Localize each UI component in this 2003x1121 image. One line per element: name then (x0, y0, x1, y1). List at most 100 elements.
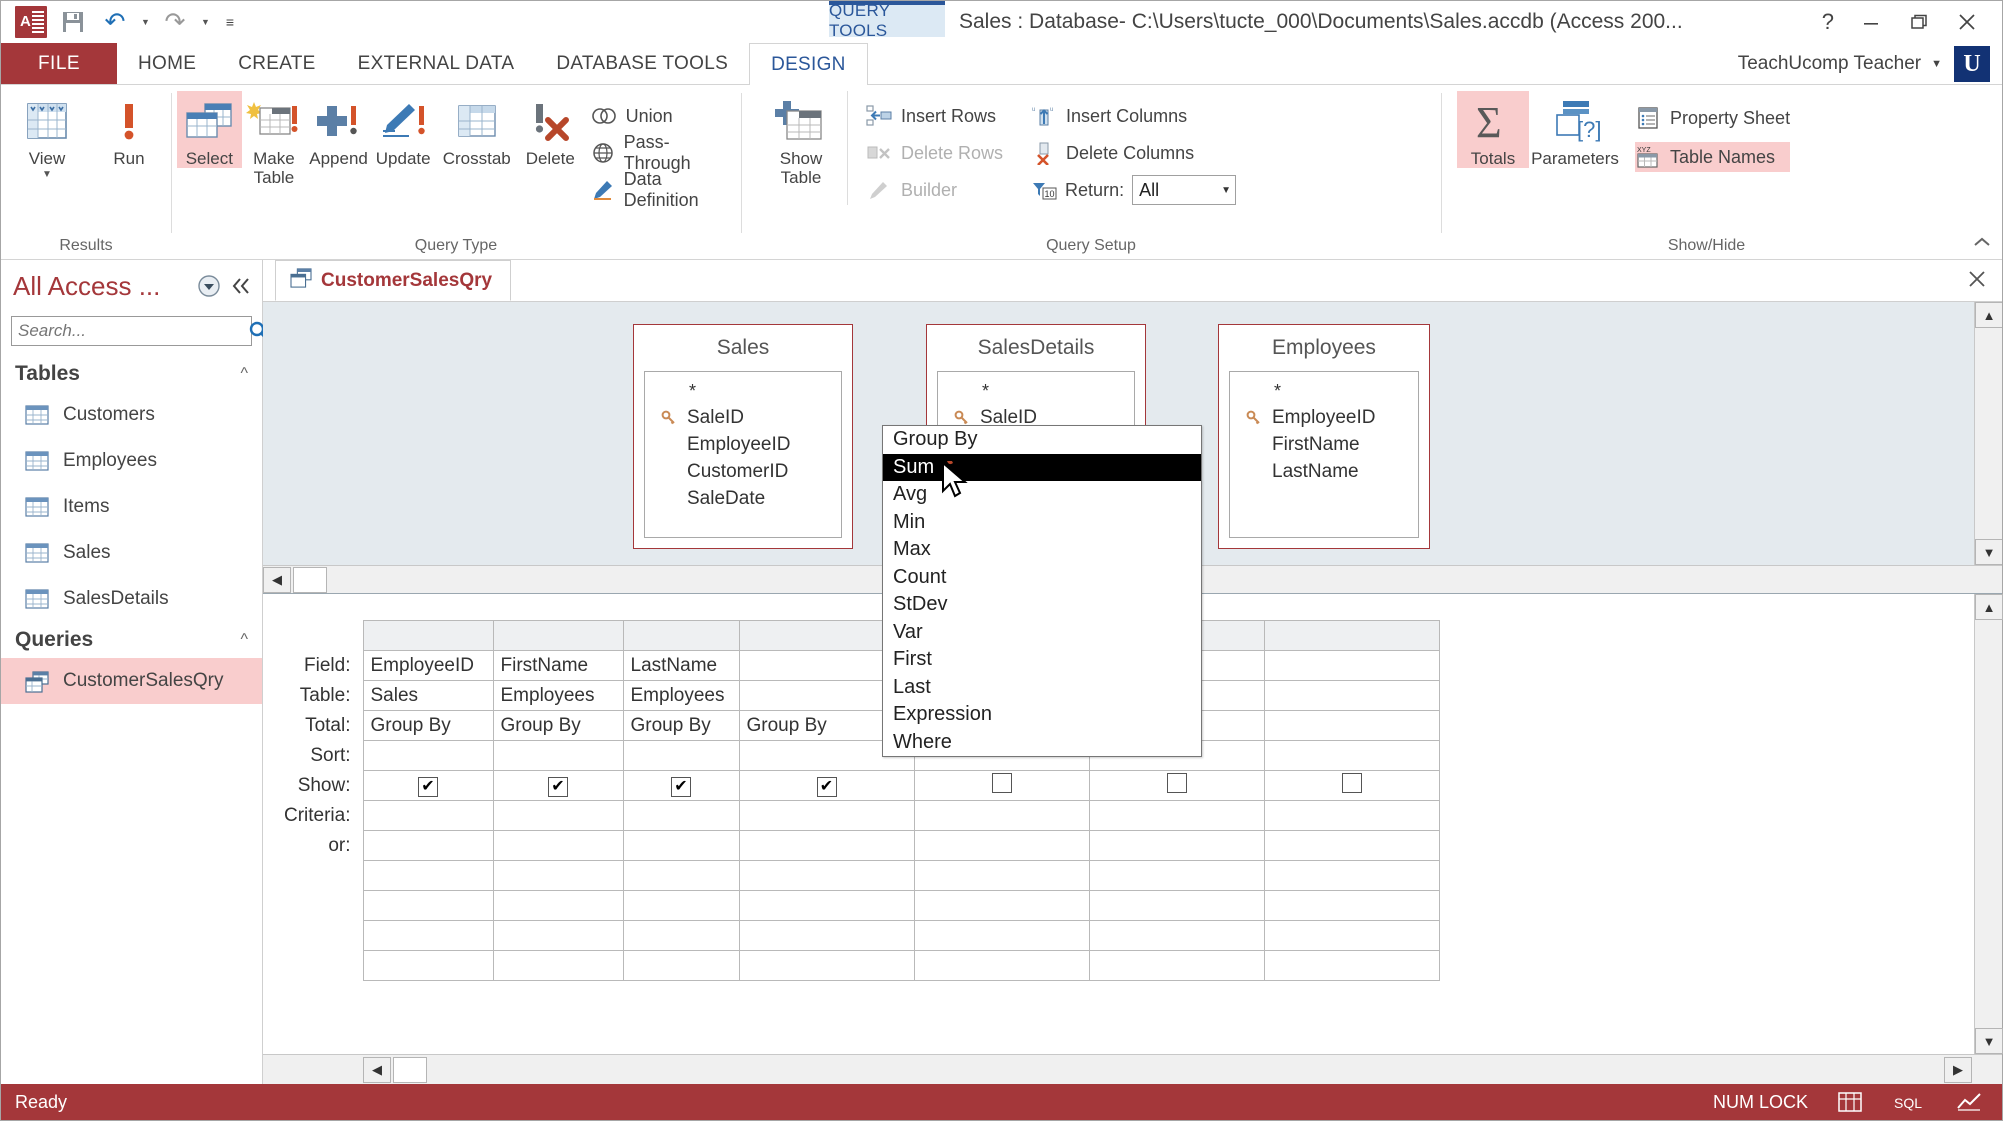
cell-blank[interactable] (492, 860, 624, 891)
dropdown-item-var[interactable]: Var (883, 619, 1201, 647)
cell-field-2[interactable]: FirstName (492, 650, 624, 681)
pass-through-button[interactable]: Pass-Through (591, 132, 727, 173)
tab-create[interactable]: CREATE (217, 43, 336, 84)
scroll-thumb[interactable] (393, 1056, 427, 1083)
user-account-area[interactable]: TeachUcomp Teacher ▼ U (1738, 43, 1992, 85)
field-row-employeeid[interactable]: EmployeeID (1230, 404, 1418, 431)
crosstab-query-button[interactable]: Crosstab (436, 91, 518, 168)
update-query-button[interactable]: Update (371, 91, 436, 168)
cell-blank[interactable] (913, 950, 1090, 981)
data-definition-button[interactable]: Data Definition (591, 169, 727, 210)
sidebar-item-customersalesqry[interactable]: CustomerSalesQry (1, 658, 262, 704)
cell-blank[interactable] (622, 950, 740, 981)
cell-or-7[interactable] (1263, 830, 1440, 861)
delete-columns-button[interactable]: Delete Columns (1031, 138, 1236, 168)
save-button[interactable] (53, 5, 93, 39)
delete-query-button[interactable]: Delete (518, 91, 583, 168)
dropdown-item-count[interactable]: Count (883, 564, 1201, 592)
cell-or-5[interactable] (913, 830, 1090, 861)
dropdown-item-stdev[interactable]: StDev (883, 591, 1201, 619)
cell-table-2[interactable]: Employees (492, 680, 624, 711)
dropdown-item-avg[interactable]: Avg (883, 481, 1201, 509)
tab-database-tools[interactable]: DATABASE TOOLS (535, 43, 749, 84)
append-query-button[interactable]: Append (306, 91, 371, 168)
field-row-saleid[interactable]: SaleID (645, 404, 841, 431)
cell-show-7[interactable] (1263, 770, 1440, 801)
property-sheet-button[interactable]: Property Sheet (1635, 103, 1790, 133)
cell-or-1[interactable] (362, 830, 494, 861)
minimize-button[interactable] (1860, 11, 1882, 33)
union-button[interactable]: Union (591, 101, 727, 131)
tab-external-data[interactable]: EXTERNAL DATA (337, 43, 536, 84)
column-header[interactable] (622, 620, 740, 651)
redo-button[interactable]: ↷ (155, 5, 195, 39)
diagram-table-sales[interactable]: Sales * SaleID EmployeeID CustomerID Sal… (633, 324, 853, 549)
cell-blank[interactable] (1263, 920, 1440, 951)
dropdown-item-first[interactable]: First (883, 646, 1201, 674)
field-row-star[interactable]: * (1230, 378, 1418, 404)
navigation-menu-button[interactable] (196, 273, 222, 299)
sidebar-item-items[interactable]: Items (1, 484, 262, 530)
cell-total-3[interactable]: Group By (622, 710, 740, 741)
cell-blank[interactable] (1088, 950, 1265, 981)
diagram-vertical-scrollbar[interactable]: ▲ ▼ (1974, 302, 2002, 565)
cell-table-3[interactable]: Employees (622, 680, 740, 711)
nav-group-queries[interactable]: Queries ^ (1, 622, 262, 658)
insert-rows-button[interactable]: Insert Rows (866, 101, 1003, 131)
redo-dropdown[interactable]: ▼ (197, 5, 213, 39)
restore-button[interactable] (1908, 11, 1930, 33)
dropdown-item-min[interactable]: Min (883, 509, 1201, 537)
scroll-down-button[interactable]: ▼ (1975, 1028, 2003, 1054)
cell-show-2[interactable]: ✔ (492, 770, 624, 801)
search-input[interactable] (12, 317, 248, 345)
cell-criteria-7[interactable] (1263, 800, 1440, 831)
table-names-button[interactable]: XYZ Table Names (1635, 142, 1791, 172)
help-button[interactable]: ? (1822, 11, 1834, 33)
cell-criteria-3[interactable] (622, 800, 740, 831)
dropdown-item-last[interactable]: Last (883, 674, 1201, 702)
cell-sort-3[interactable] (622, 740, 740, 771)
dropdown-item-expression[interactable]: Expression (883, 701, 1201, 729)
tab-home[interactable]: HOME (117, 43, 217, 84)
cell-blank[interactable] (622, 890, 740, 921)
scroll-right-button[interactable]: ▶ (1944, 1056, 1972, 1083)
scroll-down-button[interactable]: ▼ (1975, 539, 2002, 565)
cell-blank[interactable] (1263, 950, 1440, 981)
run-button[interactable]: Run (93, 91, 165, 168)
cell-table-7[interactable] (1263, 680, 1440, 711)
cell-or-2[interactable] (492, 830, 624, 861)
cell-blank[interactable] (738, 860, 915, 891)
cell-criteria-1[interactable] (362, 800, 494, 831)
cell-blank[interactable] (1088, 890, 1265, 921)
navigation-search[interactable] (11, 316, 270, 346)
cell-blank[interactable] (913, 920, 1090, 951)
show-checkbox[interactable]: ✔ (418, 776, 438, 797)
cell-show-3[interactable]: ✔ (622, 770, 740, 801)
design-view-button[interactable] (1956, 1092, 1982, 1112)
cell-sort-7[interactable] (1263, 740, 1440, 771)
scroll-up-button[interactable]: ▲ (1975, 594, 2003, 620)
return-rows-control[interactable]: 10 Return: All ▼ (1031, 175, 1237, 205)
cell-blank[interactable] (622, 920, 740, 951)
scroll-up-button[interactable]: ▲ (1975, 302, 2002, 328)
parameters-button[interactable]: [?] Parameters (1529, 91, 1621, 168)
undo-dropdown[interactable]: ▼ (137, 5, 153, 39)
show-checkbox[interactable] (991, 772, 1012, 793)
cell-field-3[interactable]: LastName (622, 650, 740, 681)
column-header[interactable] (362, 620, 494, 651)
return-select[interactable]: All ▼ (1132, 175, 1237, 205)
cell-blank[interactable] (362, 890, 494, 921)
cell-sort-1[interactable] (362, 740, 494, 771)
column-header[interactable] (492, 620, 624, 651)
cell-total-1[interactable]: Group By (362, 710, 494, 741)
cell-show-5[interactable] (913, 770, 1090, 801)
undo-button[interactable]: ↶ (95, 5, 135, 39)
insert-columns-button[interactable]: u u Insert Columns (1031, 101, 1236, 131)
grid-vertical-scrollbar[interactable]: ▲ ▼ (1974, 594, 2003, 1054)
dropdown-item-max[interactable]: Max (883, 536, 1201, 564)
sidebar-item-employees[interactable]: Employees (1, 438, 262, 484)
cell-blank[interactable] (362, 860, 494, 891)
column-header[interactable] (1263, 620, 1440, 651)
show-checkbox[interactable]: ✔ (671, 776, 691, 797)
tab-file[interactable]: FILE (1, 43, 117, 84)
